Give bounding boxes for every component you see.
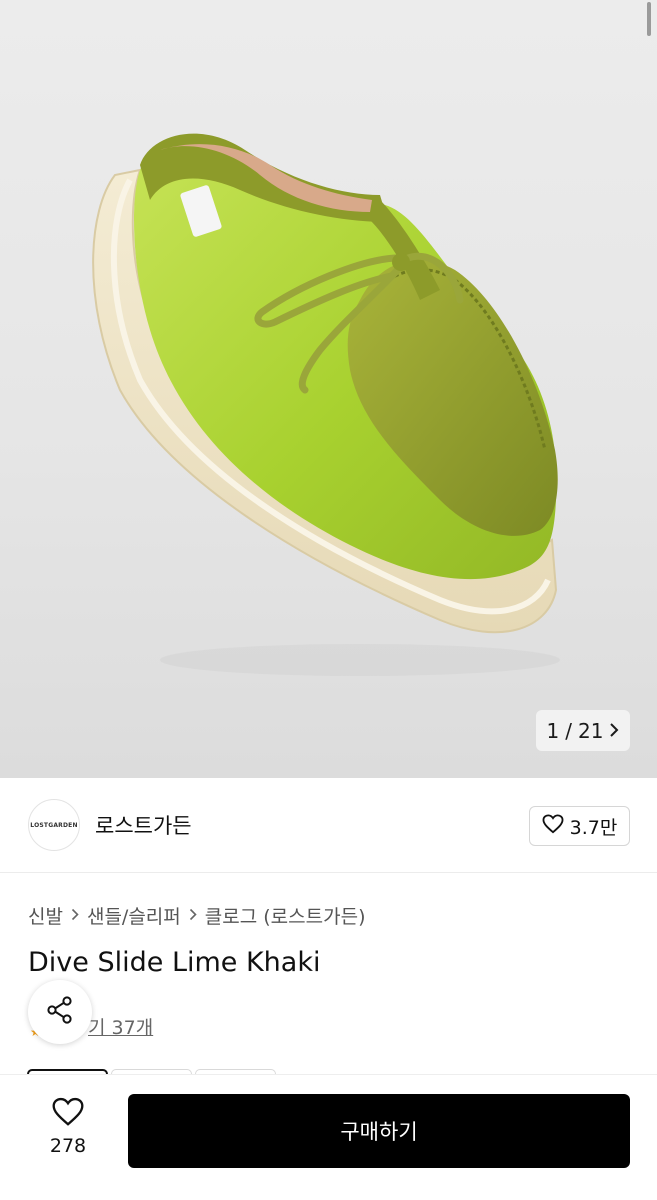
chevron-right-icon (71, 906, 79, 926)
wishlist-button[interactable]: 278 (40, 1097, 96, 1167)
breadcrumb: 신발 샌들/슬리퍼 클로그 (로스트가든) (28, 902, 366, 929)
chevron-right-icon (609, 721, 619, 741)
brand-name[interactable]: 로스트가든 (95, 810, 192, 840)
image-counter-separator: / (565, 718, 573, 743)
product-image (92, 133, 560, 676)
product-image-carousel[interactable]: 1 / 21 (0, 0, 657, 778)
image-counter-current: 1 (546, 718, 560, 743)
breadcrumb-item-clog[interactable]: 클로그 (로스트가든) (205, 902, 366, 929)
product-page: 1 / 21 LOSTGARDEN 로스트가든 3.7만 신발 샌들/슬리퍼 클… (0, 0, 657, 1200)
breadcrumb-item-sandals[interactable]: 샌들/슬리퍼 (87, 902, 181, 929)
brand-like-button[interactable]: 3.7만 (529, 806, 630, 846)
product-title: Dive Slide Lime Khaki (28, 947, 321, 978)
brand-logo-text: LOSTGARDEN (30, 821, 78, 829)
image-counter-button[interactable]: 1 / 21 (536, 710, 630, 751)
brand-like-count: 3.7만 (569, 816, 618, 839)
reviews-link[interactable]: 기 37개 (88, 1013, 153, 1040)
share-button[interactable] (28, 980, 92, 1044)
chevron-right-icon (189, 906, 197, 926)
heart-outline-icon (542, 813, 564, 839)
image-counter-total: 21 (578, 718, 604, 743)
buy-button[interactable]: 구매하기 (128, 1094, 630, 1168)
breadcrumb-item-shoes[interactable]: 신발 (28, 902, 63, 929)
wishlist-count: 278 (49, 1135, 87, 1157)
share-icon (45, 995, 75, 1029)
bottom-action-bar: 278 구매하기 (0, 1074, 657, 1200)
brand-logo[interactable]: LOSTGARDEN (28, 799, 80, 851)
heart-outline-icon (51, 1097, 85, 1131)
scrollbar-thumb[interactable] (647, 2, 651, 36)
